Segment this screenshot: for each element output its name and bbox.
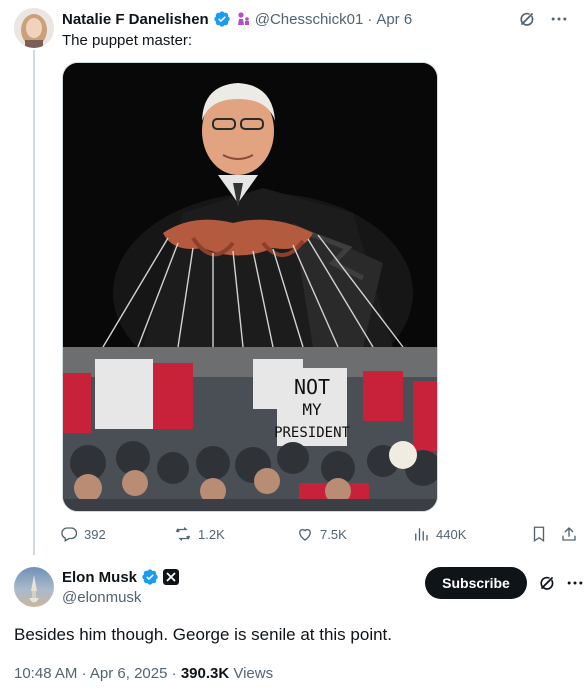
grok-icon[interactable] xyxy=(517,9,537,29)
repost-count: 1.2K xyxy=(198,526,225,542)
repost-button[interactable]: 1.2K xyxy=(174,525,225,543)
quoted-tweet-top-actions xyxy=(517,9,569,29)
like-button[interactable]: 7.5K xyxy=(296,525,347,543)
tweet-time[interactable]: 10:48 AM xyxy=(14,665,77,682)
separator-dot: · xyxy=(367,10,373,28)
separator-dot: · xyxy=(171,665,177,682)
bookmark-icon xyxy=(533,526,545,543)
like-count: 7.5K xyxy=(320,526,347,542)
elon-avatar[interactable] xyxy=(14,567,54,607)
more-icon[interactable] xyxy=(565,573,585,593)
views-icon xyxy=(415,528,428,541)
bookmark-button[interactable] xyxy=(530,525,548,543)
quoted-tweet-header: Natalie F Danelishen @Chesschick01 · Apr… xyxy=(62,9,412,29)
more-icon[interactable] xyxy=(549,9,569,29)
tweet-date[interactable]: Apr 6, 2025 xyxy=(90,665,168,682)
reply-button[interactable]: 392 xyxy=(60,525,106,543)
repost-icon xyxy=(175,527,191,541)
quoted-tweet-actions: 392 1.2K 7.5K 440K xyxy=(60,522,580,546)
tweet-image[interactable]: NOT MY PRESIDENT xyxy=(62,62,438,512)
views-count: 390.3K xyxy=(180,665,230,682)
main-tweet-text: Besides him though. George is senile at … xyxy=(14,625,392,644)
reply-icon xyxy=(61,527,78,542)
tweet-metadata: 10:48 AM · Apr 6, 2025 · 390.3K Views xyxy=(14,665,273,682)
verified-icon xyxy=(213,10,231,28)
grok-icon[interactable] xyxy=(537,573,557,593)
subscribe-button[interactable]: Subscribe xyxy=(425,567,527,599)
share-icon xyxy=(562,527,576,541)
views-count: 440K xyxy=(436,526,467,542)
author-name[interactable]: Elon Musk xyxy=(62,569,137,586)
natalie-avatar[interactable] xyxy=(14,8,54,48)
main-tweet-top-actions xyxy=(537,573,585,593)
tweet-date[interactable]: Apr 6 xyxy=(376,11,412,28)
separator-dot: · xyxy=(81,665,87,682)
sign-line-3: PRESIDENT xyxy=(274,425,350,441)
quoted-tweet-text: The puppet master: xyxy=(62,32,193,49)
sign-line-1: NOT xyxy=(294,375,330,399)
like-icon xyxy=(299,528,311,541)
x-badge-icon xyxy=(163,569,180,585)
thread-connector-line xyxy=(33,50,35,555)
main-tweet-header: Elon Musk @elonmusk xyxy=(62,568,180,606)
author-name[interactable]: Natalie F Danelishen xyxy=(62,11,209,28)
chess-icon xyxy=(235,9,251,29)
sign-line-2: MY xyxy=(302,400,322,419)
views-button[interactable]: 440K xyxy=(412,525,466,543)
reply-count: 392 xyxy=(84,526,106,542)
author-handle[interactable]: @elonmusk xyxy=(62,589,179,606)
share-button[interactable] xyxy=(560,525,578,543)
views-label: Views xyxy=(233,665,274,682)
author-handle[interactable]: @Chesschick01 xyxy=(255,11,364,28)
verified-icon xyxy=(141,568,159,586)
